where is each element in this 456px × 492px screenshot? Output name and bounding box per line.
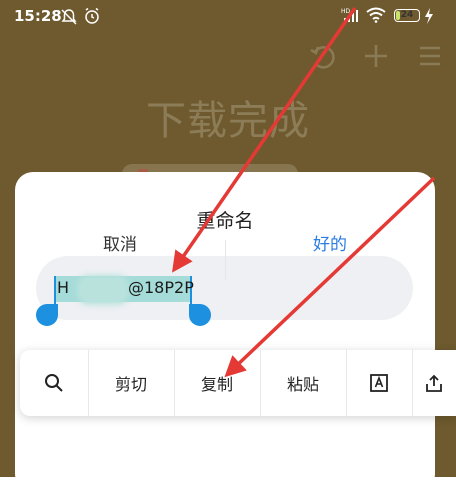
menu-paste[interactable]: 粘贴 <box>260 350 346 416</box>
menu-text-select[interactable] <box>346 350 412 416</box>
text-select-icon <box>370 374 388 392</box>
dialog-title: 重命名 <box>196 210 254 232</box>
selection-start-bar <box>54 276 56 306</box>
menu-share[interactable] <box>412 350 456 416</box>
refresh-icon[interactable] <box>308 42 338 72</box>
signal-hd-icon: HD <box>341 8 358 22</box>
menu-copy[interactable]: 复制 <box>174 350 260 416</box>
text-context-menu: 剪切 复制 粘贴 <box>20 350 456 416</box>
svg-text:HD: HD <box>341 8 351 15</box>
menu-cut[interactable]: 剪切 <box>88 350 174 416</box>
page-title: 下载完成 <box>146 98 310 144</box>
search-icon <box>45 374 63 392</box>
add-icon[interactable] <box>362 42 390 70</box>
share-icon <box>426 374 442 392</box>
filename-text-end: @18P2P <box>128 278 194 297</box>
battery-icon: 24 <box>394 9 420 22</box>
menu-icon[interactable] <box>416 42 444 70</box>
ok-button[interactable]: 好的 <box>225 230 435 255</box>
cancel-button[interactable]: 取消 <box>15 230 225 255</box>
rename-dialog: 重命名 H @18P2P <box>15 172 435 492</box>
status-time: 15:28 <box>14 7 62 25</box>
status-bar: 15:28 HD 24 <box>0 0 456 34</box>
selection-end-handle[interactable] <box>189 304 211 326</box>
battery-text: 24 <box>400 10 414 20</box>
alarm-icon <box>85 7 99 24</box>
filename-text-start: H <box>57 278 70 297</box>
charging-icon <box>425 8 433 24</box>
wifi-icon <box>366 7 386 23</box>
notifications-off-icon <box>61 9 77 25</box>
menu-search[interactable] <box>20 350 88 416</box>
blurred-text <box>77 275 129 305</box>
selection-start-handle[interactable] <box>36 304 58 326</box>
